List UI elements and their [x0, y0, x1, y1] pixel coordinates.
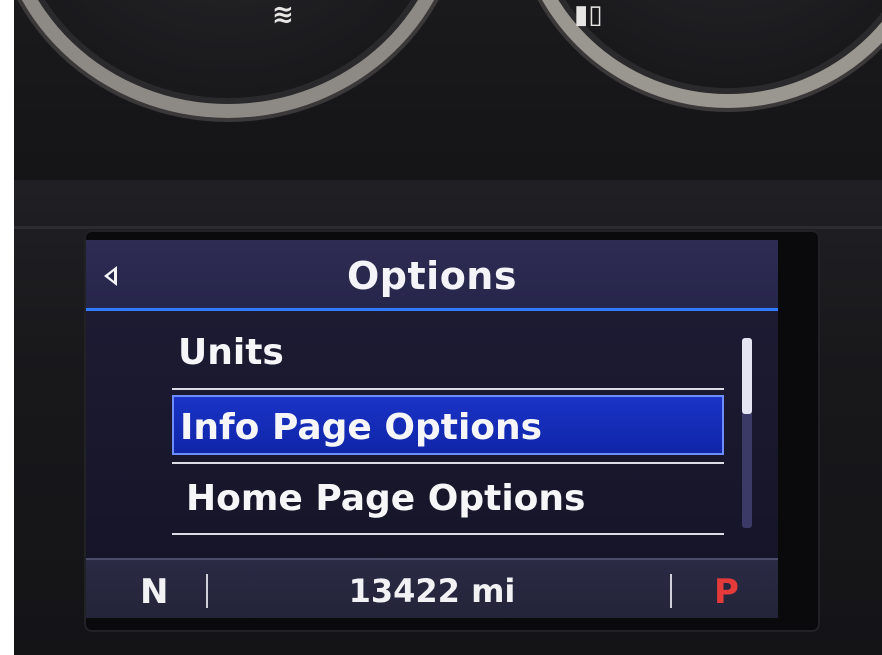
menu-item-label: Units	[178, 332, 284, 373]
driver-info-display: Options Units Info Page Options Home Pag…	[86, 240, 778, 618]
left-gauge	[14, 0, 462, 118]
status-separator	[670, 574, 672, 608]
odometer-reading: 13422 mi	[348, 572, 516, 610]
menu-divider	[172, 388, 724, 390]
menu-item-label: Info Page Options	[180, 407, 543, 448]
menu-divider	[172, 462, 724, 464]
menu-item-home-page-options[interactable]: Home Page Options	[172, 468, 724, 528]
page-title: Options	[347, 254, 517, 298]
bezel-trim	[14, 226, 882, 229]
scrollbar[interactable]	[742, 338, 752, 528]
coolant-temp-icon: ≋	[272, 0, 294, 30]
menu-divider	[172, 533, 724, 535]
fuel-pump-icon: ▮▯	[574, 0, 603, 30]
gear-indicator-park: P	[714, 572, 739, 612]
menu-item-label: Home Page Options	[186, 478, 586, 519]
menu-item-units[interactable]: Units	[172, 322, 724, 382]
status-bar: N 13422 mi P	[86, 558, 778, 618]
right-gauge	[514, 0, 882, 108]
menu-item-info-page-options[interactable]: Info Page Options	[172, 395, 724, 455]
display-header: Options	[86, 240, 778, 311]
scrollbar-thumb[interactable]	[742, 338, 752, 414]
